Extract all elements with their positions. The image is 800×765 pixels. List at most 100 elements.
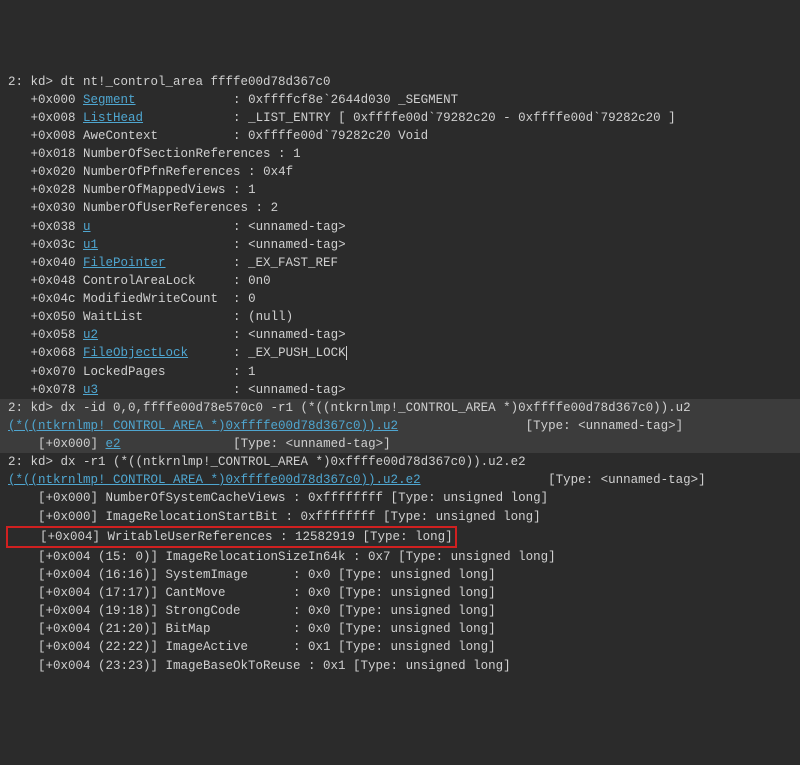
struct-field-link[interactable]: u [83,220,91,234]
offset: +0x030 [8,201,83,215]
struct-field-value: _EX_PUSH_LOCK [248,346,346,360]
struct-field-value: _EX_FAST_REF [248,256,338,270]
struct-field-link[interactable]: u2 [83,328,98,342]
prompt: 2: kd> [8,455,61,469]
struct-row: +0x028 NumberOfMappedViews : 1 [0,181,800,199]
struct-field-link[interactable]: FileObjectLock [83,346,188,360]
bitfield-row: [+0x004 (16:16)] SystemImage : 0x0 [Type… [0,566,800,584]
struct-field-value: 0xffffe00d`79282c20 Void [248,129,428,143]
struct-row: +0x038 u : <unnamed-tag> [0,218,800,236]
struct-row: +0x068 FileObjectLock : _EX_PUSH_LOCK [0,344,800,362]
output-row: [+0x000] e2 [Type: <unnamed-tag>] [0,435,800,453]
bitfield-row: [+0x004 (22:22)] ImageActive : 0x1 [Type… [0,638,800,656]
struct-field-value: <unnamed-tag> [248,220,346,234]
struct-field-link[interactable]: ListHead [83,111,143,125]
struct-field-value: 0xffffcf8e`2644d030 _SEGMENT [248,93,458,107]
struct-field-value: 0n0 [248,274,271,288]
struct-field-name: NumberOfSectionReferences [83,147,271,161]
offset: +0x020 [8,165,83,179]
offset: +0x048 [8,274,83,288]
struct-row: +0x000 Segment : 0xffffcf8e`2644d030 _SE… [0,91,800,109]
bitfield-row: [+0x004 (19:18)] StrongCode : 0x0 [Type:… [0,602,800,620]
bitfield-row: [+0x004 (21:20)] BitMap : 0x0 [Type: uns… [0,620,800,638]
offset: +0x028 [8,183,83,197]
offset: +0x078 [8,383,83,397]
offset: +0x070 [8,365,83,379]
struct-row: +0x008 AweContext : 0xffffe00d`79282c20 … [0,127,800,145]
struct-field-value: 1 [293,147,301,161]
command-text: dx -id 0,0,ffffe00d78e570c0 -r1 (*((ntkr… [61,401,691,415]
offset: +0x058 [8,328,83,342]
struct-field-link[interactable]: Segment [83,93,136,107]
offset: +0x008 [8,111,83,125]
struct-field-name: LockedPages [83,365,166,379]
command-line: 2: kd> dx -r1 (*((ntkrnlmp!_CONTROL_AREA… [0,453,800,471]
struct-row: +0x018 NumberOfSectionReferences : 1 [0,145,800,163]
struct-row: +0x03c u1 : <unnamed-tag> [0,236,800,254]
command-text: dt nt!_control_area ffffe00d78d367c0 [61,75,331,89]
expression-link[interactable]: (*((ntkrnlmp!_CONTROL_AREA *)0xffffe00d7… [8,473,421,487]
struct-field-link[interactable]: u1 [83,238,98,252]
prompt: 2: kd> [8,401,61,415]
struct-field-value: <unnamed-tag> [248,238,346,252]
offset: +0x000 [8,93,83,107]
expression-link[interactable]: (*((ntkrnlmp!_CONTROL_AREA *)0xffffe00d7… [8,419,398,433]
bitfield-row: [+0x000] ImageRelocationStartBit : 0xfff… [0,508,800,526]
bitfield-row: [+0x004 (23:23)] ImageBaseOkToReuse : 0x… [0,657,800,675]
struct-field-value: <unnamed-tag> [248,383,346,397]
bitfield-row-highlighted: [+0x004] WritableUserReferences : 125829… [0,526,800,548]
type-annotation: [Type: <unnamed-tag>] [421,473,706,487]
type-annotation: [Type: <unnamed-tag>] [398,419,683,433]
struct-field-link[interactable]: FilePointer [83,256,166,270]
struct-row: +0x078 u3 : <unnamed-tag> [0,381,800,399]
offset: +0x040 [8,256,83,270]
command-line: 2: kd> dx -id 0,0,ffffe00d78e570c0 -r1 (… [0,399,800,417]
struct-field-name: NumberOfMappedViews [83,183,226,197]
offset: +0x008 [8,129,83,143]
struct-field-name: WaitList [83,310,143,324]
struct-row: +0x04c ModifiedWriteCount : 0 [0,290,800,308]
struct-field-link[interactable]: u3 [83,383,98,397]
struct-field-value: 2 [271,201,279,215]
struct-field-value: _LIST_ENTRY [ 0xffffe00d`79282c20 - 0xff… [248,111,676,125]
struct-field-name: NumberOfUserReferences [83,201,248,215]
command-text: dx -r1 (*((ntkrnlmp!_CONTROL_AREA *)0xff… [61,455,526,469]
highlighted-block: 2: kd> dx -id 0,0,ffffe00d78e570c0 -r1 (… [0,399,800,453]
struct-row: +0x058 u2 : <unnamed-tag> [0,326,800,344]
struct-field-name: ControlAreaLock [83,274,196,288]
command-line: 2: kd> dt nt!_control_area ffffe00d78d36… [0,73,800,91]
struct-field-name: NumberOfPfnReferences [83,165,241,179]
bitfield-row: [+0x004 (15: 0)] ImageRelocationSizeIn64… [0,548,800,566]
struct-field-link[interactable]: e2 [106,437,121,451]
text-cursor [346,346,347,360]
struct-row: +0x048 ControlAreaLock : 0n0 [0,272,800,290]
struct-field-value: <unnamed-tag> [248,328,346,342]
struct-row: +0x070 LockedPages : 1 [0,363,800,381]
highlight-box: [+0x004] WritableUserReferences : 125829… [6,526,457,548]
bitfield-row: [+0x000] NumberOfSystemCacheViews : 0xff… [0,489,800,507]
struct-row: +0x020 NumberOfPfnReferences : 0x4f [0,163,800,181]
struct-field-value: 1 [248,365,256,379]
struct-field-value: 0x4f [263,165,293,179]
struct-row: +0x050 WaitList : (null) [0,308,800,326]
struct-field-name: AweContext [83,129,158,143]
struct-row: +0x008 ListHead : _LIST_ENTRY [ 0xffffe0… [0,109,800,127]
struct-row: +0x040 FilePointer : _EX_FAST_REF [0,254,800,272]
struct-field-name: ModifiedWriteCount [83,292,218,306]
offset: +0x018 [8,147,83,161]
offset: +0x050 [8,310,83,324]
struct-field-value: (null) [248,310,293,324]
debugger-terminal[interactable]: 2: kd> dt nt!_control_area ffffe00d78d36… [0,73,800,675]
output-row: (*((ntkrnlmp!_CONTROL_AREA *)0xffffe00d7… [0,417,800,435]
offset: [+0x000] [8,437,106,451]
bitfield-row: [+0x004 (17:17)] CantMove : 0x0 [Type: u… [0,584,800,602]
type-annotation: [Type: <unnamed-tag>] [121,437,391,451]
offset: +0x03c [8,238,83,252]
output-row: (*((ntkrnlmp!_CONTROL_AREA *)0xffffe00d7… [0,471,800,489]
prompt: 2: kd> [8,75,61,89]
offset: +0x04c [8,292,83,306]
offset: +0x068 [8,346,83,360]
offset: +0x038 [8,220,83,234]
struct-row: +0x030 NumberOfUserReferences : 2 [0,199,800,217]
struct-field-value: 1 [248,183,256,197]
